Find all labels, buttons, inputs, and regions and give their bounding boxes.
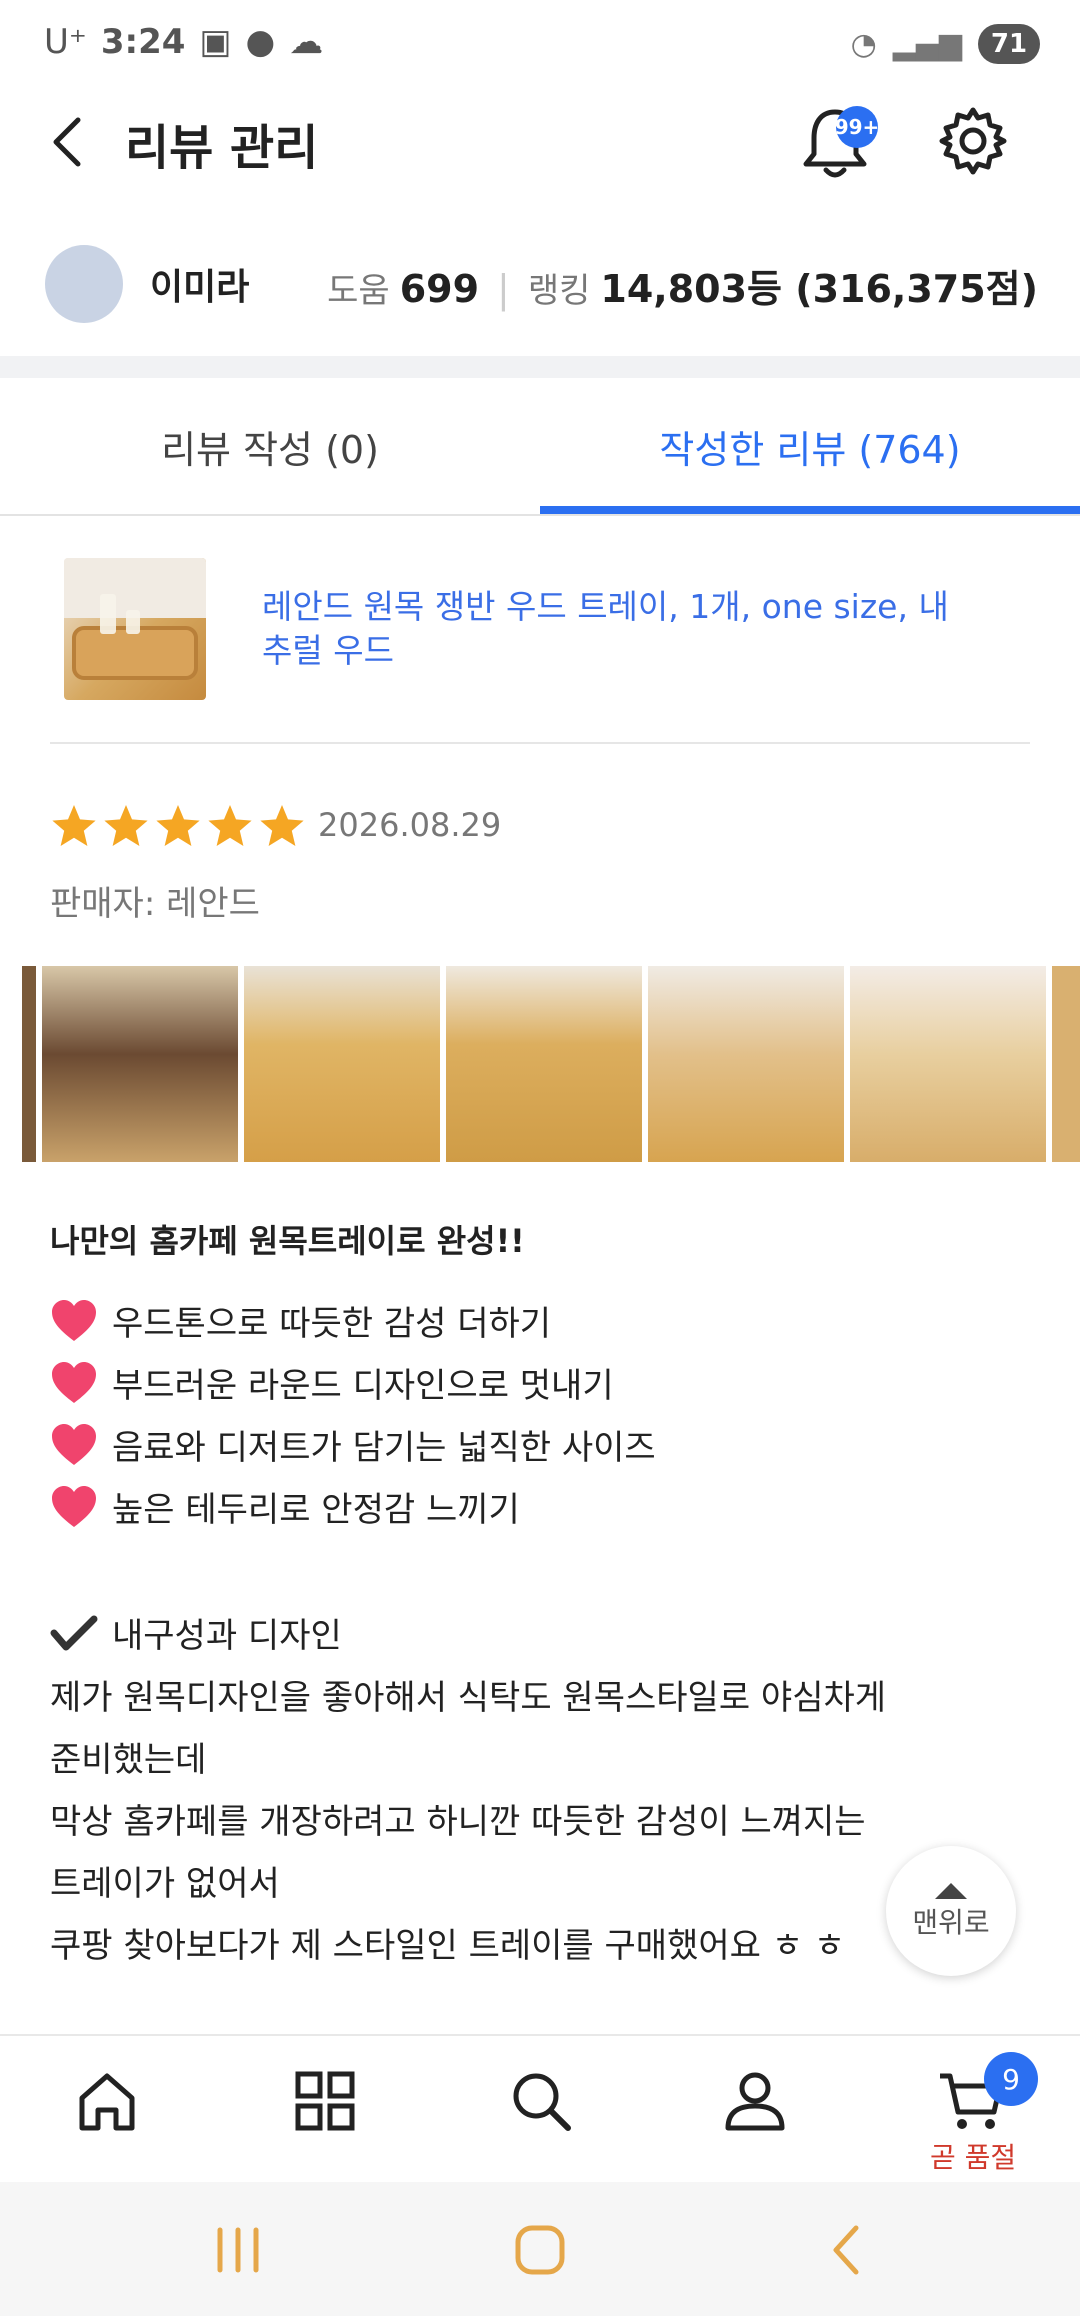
talk-icon: ● — [245, 22, 276, 62]
status-bar: U⁺ 3:24 ▣ ● ☁ ◔ ▂▄▆ 71 — [0, 0, 1080, 90]
bullet-text: 우드톤으로 따듯한 감성 더하기 — [112, 1304, 552, 1344]
home-system-icon[interactable] — [510, 2222, 570, 2278]
star-icon — [52, 805, 96, 846]
product-thumbnail[interactable] — [64, 558, 206, 700]
bottom-navigation — [0, 2034, 1080, 2184]
review-bullet: 높은 테두리로 안정감 느끼기 — [50, 1482, 520, 1531]
review-photo[interactable] — [1052, 966, 1080, 1162]
star-icon — [260, 805, 304, 846]
system-navigation-bar — [0, 2182, 1080, 2316]
tab-written-reviews[interactable]: 작성한 리뷰 (764) — [540, 378, 1080, 514]
review-photo[interactable] — [244, 966, 440, 1162]
scroll-to-top-label: 맨위로 — [912, 1906, 990, 1939]
review-bullet: 음료와 디저트가 담기는 넓직한 사이즈 — [50, 1420, 656, 1469]
heart-icon — [52, 1299, 96, 1341]
review-paragraph-line: 제가 원목디자인을 좋아해서 식탁도 원목스타일로 야심차게 — [50, 1678, 887, 1718]
review-paragraph-line: 트레이가 없어서 — [50, 1864, 280, 1904]
status-right: ◔ ▂▄▆ 71 — [851, 24, 1040, 64]
bullet-text: 음료와 디저트가 담기는 넓직한 사이즈 — [112, 1428, 656, 1468]
my-account-icon[interactable] — [720, 2066, 790, 2136]
app-header: 리뷰 관리 99+ — [0, 90, 1080, 200]
review-date: 2026.08.29 — [318, 806, 502, 844]
profile-summary: 이미라 도움 699 | 랭킹 14,803등 (316,375점) — [0, 230, 1080, 350]
review-bullet: 부드러운 라운드 디자인으로 멋내기 — [50, 1358, 614, 1407]
cart-count-badge: 9 — [984, 2052, 1038, 2106]
review-paragraph-line: 준비했는데 — [50, 1740, 207, 1780]
tab-write-review[interactable]: 리뷰 작성 (0) — [0, 378, 540, 514]
star-icon — [156, 805, 200, 846]
ranking-label: 랭킹 — [527, 271, 591, 311]
bullet-text: 부드러운 라운드 디자인으로 멋내기 — [112, 1366, 614, 1406]
help-label: 도움 — [327, 271, 390, 311]
home-icon[interactable] — [72, 2066, 142, 2136]
heart-icon — [52, 1423, 96, 1465]
review-photo-strip[interactable] — [0, 966, 1080, 1162]
heart-icon — [52, 1485, 96, 1527]
ranking-value: 14,803등 (316,375점) — [600, 267, 1038, 311]
review-photo[interactable] — [850, 966, 1046, 1162]
review-photo[interactable] — [446, 966, 642, 1162]
star-icon — [208, 805, 252, 846]
review-paragraph-line: 막상 홈카페를 개장하려고 하니깐 따듯한 감성이 느껴지는 — [50, 1802, 866, 1842]
section-divider — [0, 356, 1080, 378]
stats-divider: | — [497, 267, 510, 311]
bullet-text: 높은 테두리로 안정감 느끼기 — [112, 1490, 520, 1530]
help-value: 699 — [399, 267, 480, 311]
status-left: U⁺ 3:24 ▣ ● ☁ — [44, 22, 323, 62]
checkmark-icon — [50, 1615, 98, 1650]
product-divider — [50, 742, 1030, 744]
review-photo[interactable] — [648, 966, 844, 1162]
star-icon — [104, 805, 148, 846]
review-photo[interactable] — [42, 966, 238, 1162]
product-image — [64, 558, 206, 680]
settings-gear-icon[interactable] — [936, 104, 1010, 178]
seller-name: 판매자: 레안드 — [50, 884, 260, 924]
categories-grid-icon[interactable] — [290, 2066, 360, 2136]
active-tab-indicator — [540, 506, 1080, 514]
battery-icon: 71 — [978, 24, 1040, 64]
review-bullet: 우드톤으로 따듯한 감성 더하기 — [50, 1296, 551, 1345]
product-name-link[interactable]: 레안드 원목 쟁반 우드 트레이, 1개, one size, 내추럴 우드 — [262, 585, 962, 673]
avatar — [45, 245, 123, 323]
heart-icon — [52, 1361, 96, 1403]
cloud-icon: ☁ — [289, 22, 324, 62]
recent-apps-icon[interactable] — [208, 2222, 268, 2278]
review-photo[interactable] — [22, 966, 36, 1162]
notification-badge: 99+ — [835, 106, 879, 148]
carrier-label: U⁺ — [44, 22, 87, 62]
page-title: 리뷰 관리 — [125, 120, 319, 176]
signal-icon: ▂▄▆ — [892, 26, 962, 62]
review-tabs: 리뷰 작성 (0) 작성한 리뷰 (764) — [0, 378, 1080, 516]
back-arrow-icon[interactable] — [40, 112, 100, 172]
screenshot-icon: ▣ — [199, 22, 232, 62]
review-section-title: 내구성과 디자인 — [50, 1608, 342, 1657]
back-system-icon[interactable] — [818, 2222, 878, 2278]
cart-status-label: 곧 품절 — [930, 2141, 1017, 2174]
search-icon[interactable] — [506, 2066, 576, 2136]
clock: 3:24 — [100, 22, 186, 62]
user-stats: 도움 699 | 랭킹 14,803등 (316,375점) — [327, 258, 1038, 313]
caret-up-icon — [935, 1883, 967, 1899]
section-title-text: 내구성과 디자인 — [112, 1616, 342, 1656]
wifi-icon: ◔ — [850, 26, 877, 62]
review-headline: 나만의 홈카페 원목트레이로 완성!! — [50, 1222, 525, 1260]
rating-stars — [50, 802, 306, 850]
review-paragraph-line: 쿠팡 찾아보다가 제 스타일인 트레이를 구매했어요 ㅎ ㅎ — [50, 1926, 846, 1966]
user-name: 이미라 — [150, 267, 250, 308]
scroll-to-top-button[interactable]: 맨위로 — [886, 1846, 1016, 1976]
